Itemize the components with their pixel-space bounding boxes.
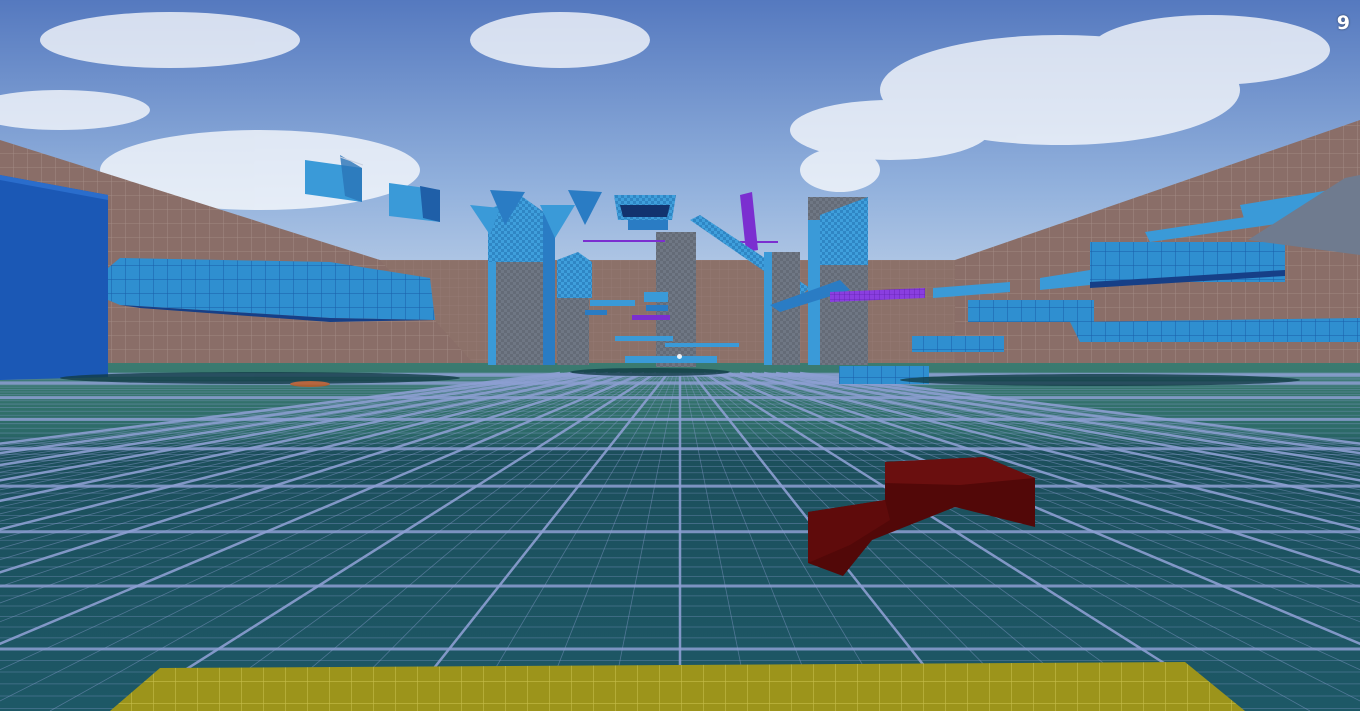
floating-cube bbox=[389, 183, 440, 222]
floor bbox=[0, 363, 1360, 711]
crosshair-icon bbox=[677, 354, 682, 359]
left-blue-wall-block bbox=[0, 175, 108, 380]
hud-counter: 9 bbox=[1336, 12, 1350, 34]
yellow-jump-pad bbox=[110, 662, 1245, 711]
